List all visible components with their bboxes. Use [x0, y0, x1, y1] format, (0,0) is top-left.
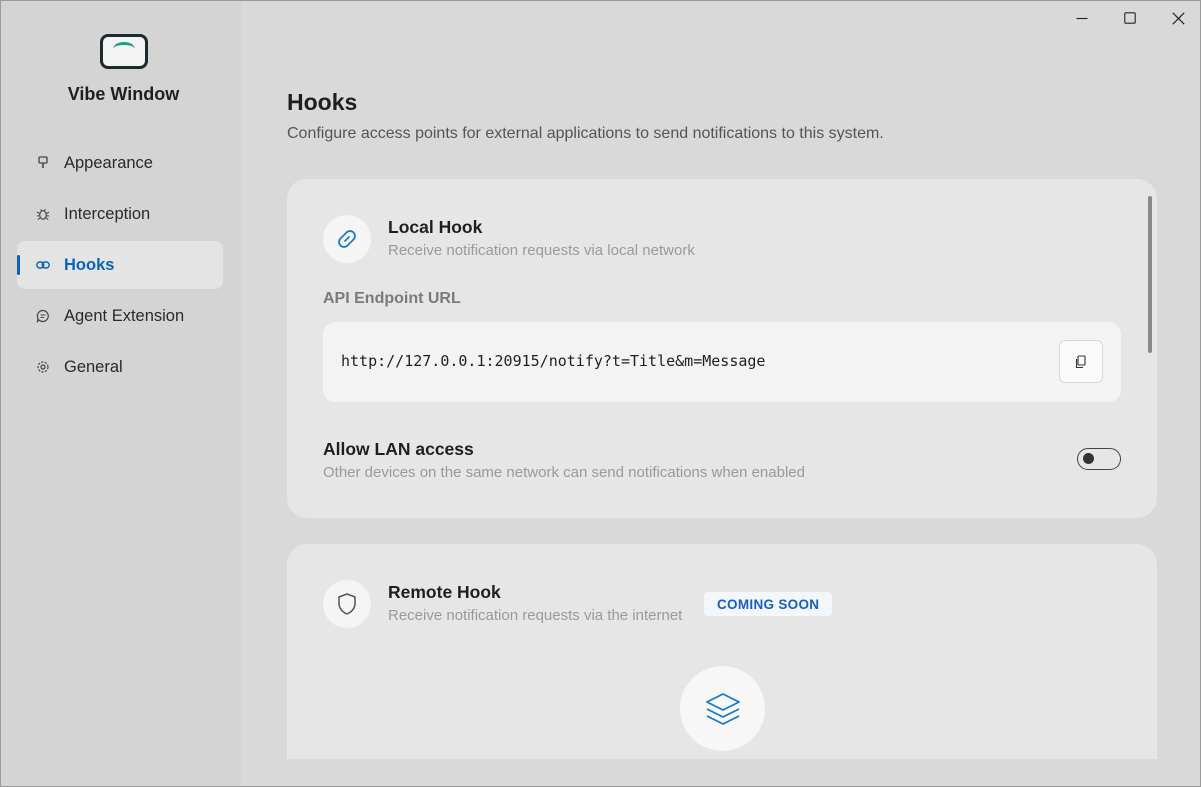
local-hook-card: Local Hook Receive notification requests… [287, 179, 1157, 518]
toggle-knob [1083, 453, 1094, 464]
app-name: Vibe Window [67, 84, 180, 104]
maximize-button[interactable] [1106, 1, 1154, 35]
layers-icon [680, 666, 765, 751]
minimize-icon [1076, 17, 1088, 20]
app-window: Vibe Window Appearance Interception Hook… [0, 0, 1201, 787]
coming-soon-badge: COMING SOON [704, 592, 833, 616]
close-button[interactable] [1154, 1, 1200, 35]
sidebar-item-agent-extension[interactable]: Agent Extension [17, 292, 223, 340]
gear-icon [36, 360, 50, 374]
lan-access-toggle[interactable] [1077, 448, 1121, 470]
close-icon [1171, 11, 1185, 25]
scrollbar[interactable] [1148, 196, 1152, 353]
link-icon [36, 258, 50, 272]
sidebar-item-label: Interception [64, 204, 151, 223]
page-title: Hooks [287, 89, 358, 115]
shield-icon [323, 580, 371, 628]
endpoint-label: API Endpoint URL [323, 290, 461, 307]
sidebar-item-label: General [64, 357, 123, 376]
copy-button[interactable] [1059, 340, 1103, 383]
sidebar-nav: Appearance Interception Hooks Agent Exte… [17, 139, 223, 394]
remote-hook-title: Remote Hook [388, 582, 501, 602]
lan-access-subtitle: Other devices on the same network can se… [323, 464, 805, 481]
maximize-icon [1124, 12, 1136, 24]
local-hook-subtitle: Receive notification requests via local … [388, 242, 695, 259]
sidebar-item-label: Appearance [64, 153, 153, 172]
brush-icon [36, 156, 50, 170]
minimize-button[interactable] [1058, 1, 1106, 35]
endpoint-url-box: http://127.0.0.1:20915/notify?t=Title&m=… [323, 322, 1121, 402]
sidebar-item-appearance[interactable]: Appearance [17, 139, 223, 187]
remote-hook-card: Remote Hook Receive notification request… [287, 544, 1157, 759]
link-icon [323, 215, 371, 263]
chat-bubble-icon [36, 309, 50, 323]
sidebar-item-hooks[interactable]: Hooks [17, 241, 223, 289]
bug-icon [36, 207, 50, 221]
sidebar-item-interception[interactable]: Interception [17, 190, 223, 238]
sidebar-item-general[interactable]: General [17, 343, 223, 391]
sidebar-item-label: Agent Extension [64, 306, 185, 325]
copy-icon [1075, 354, 1086, 368]
page-description: Configure access points for external app… [287, 125, 884, 142]
app-logo-icon [100, 34, 148, 69]
sidebar: Vibe Window Appearance Interception Hook… [1, 1, 241, 786]
lan-access-title: Allow LAN access [323, 439, 474, 459]
remote-hook-subtitle: Receive notification requests via the in… [388, 607, 683, 624]
sidebar-item-label: Hooks [64, 255, 115, 274]
local-hook-title: Local Hook [388, 217, 483, 237]
endpoint-url[interactable]: http://127.0.0.1:20915/notify?t=Title&m=… [341, 352, 765, 370]
